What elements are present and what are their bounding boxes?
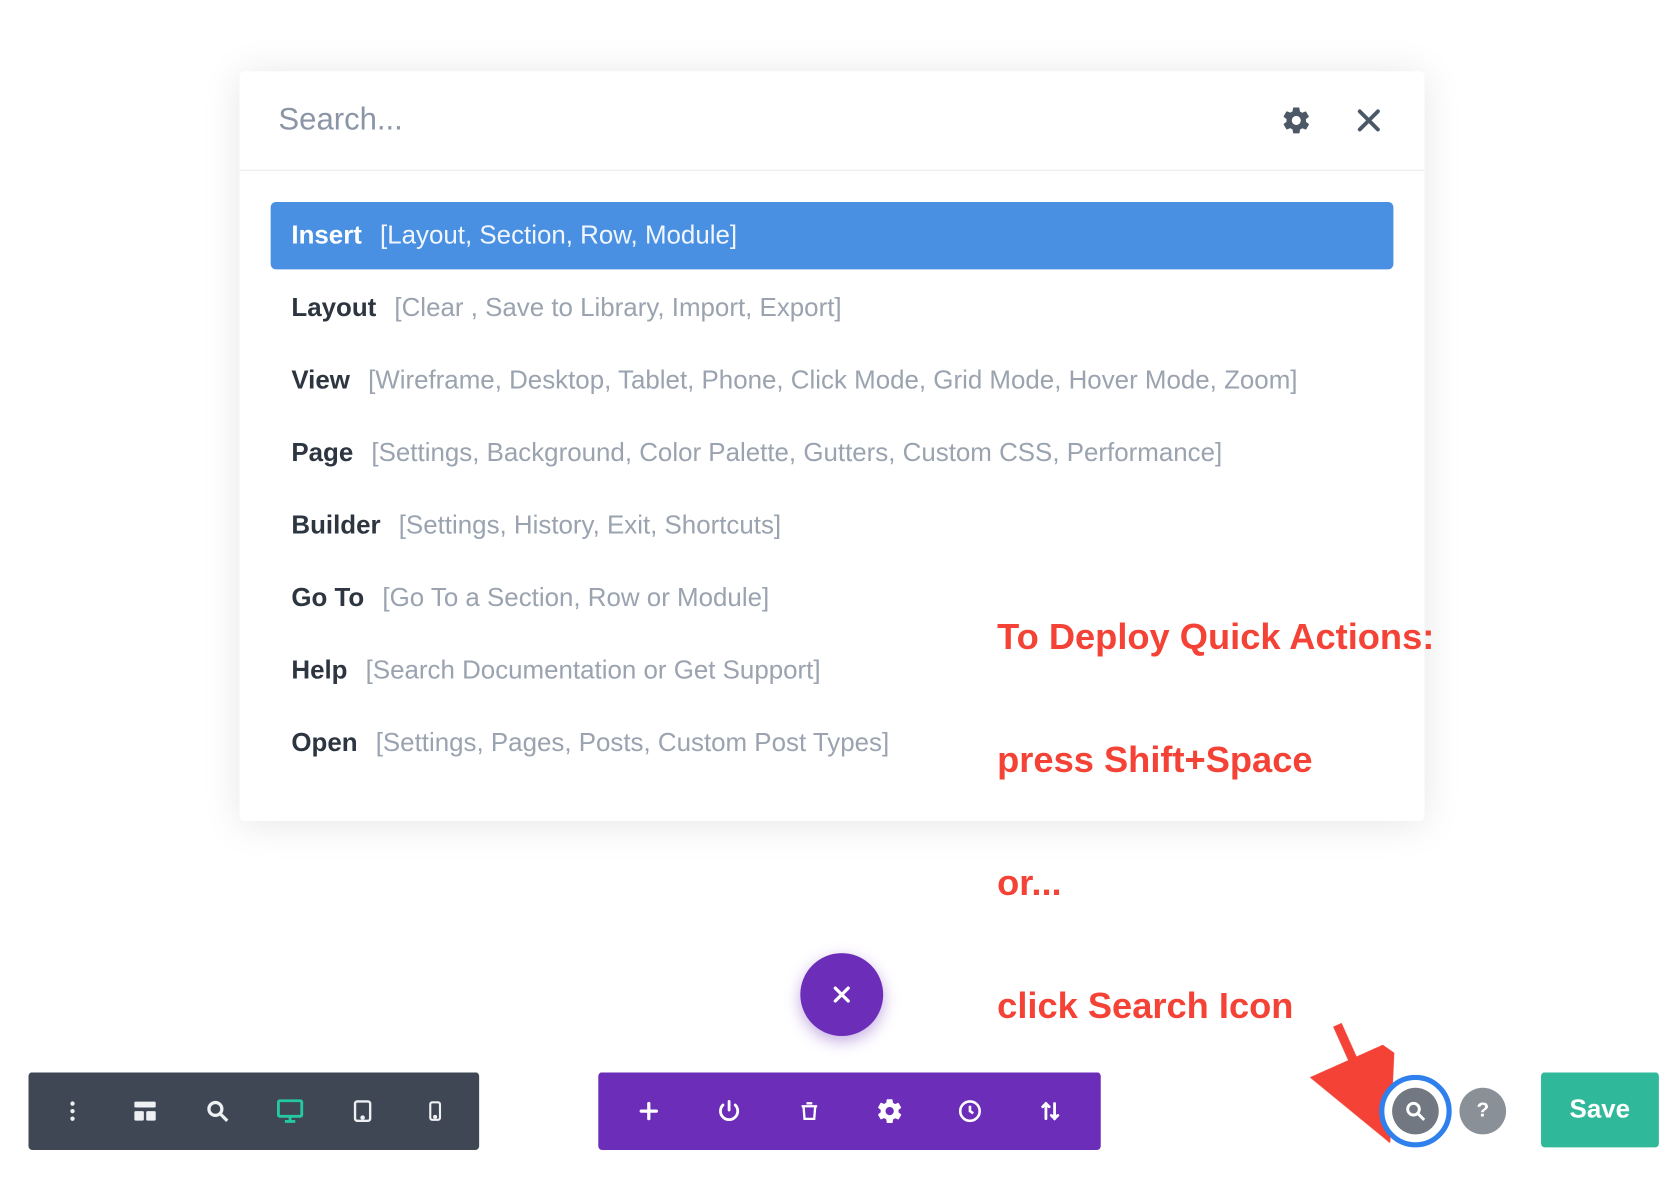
result-command: Insert xyxy=(291,218,362,254)
result-hint: [Settings, History, Exit, Shortcuts] xyxy=(399,508,781,544)
collapse-toolbar-button[interactable] xyxy=(800,953,883,1036)
result-hint: [Settings, Background, Color Palette, Gu… xyxy=(371,435,1222,471)
close-icon[interactable] xyxy=(1352,104,1386,138)
result-hint: [Wireframe, Desktop, Tablet, Phone, Clic… xyxy=(368,363,1297,399)
more-vertical-icon[interactable] xyxy=(36,1072,109,1150)
view-toolbar xyxy=(28,1072,479,1150)
trash-icon[interactable] xyxy=(769,1072,849,1150)
help-button[interactable]: ? xyxy=(1459,1088,1506,1135)
clock-icon[interactable] xyxy=(930,1072,1010,1150)
quick-actions-panel: Insert[Layout, Section, Row, Module]Layo… xyxy=(240,71,1425,821)
tablet-icon[interactable] xyxy=(326,1072,399,1150)
sort-icon[interactable] xyxy=(1010,1072,1090,1150)
result-row[interactable]: Builder [Settings, History, Exit, Shortcu… xyxy=(271,492,1394,559)
gear-icon[interactable] xyxy=(1279,104,1313,138)
save-label: Save xyxy=(1570,1095,1631,1125)
gear-icon[interactable] xyxy=(850,1072,930,1150)
wireframe-icon[interactable] xyxy=(109,1072,182,1150)
result-command: Page xyxy=(291,435,353,471)
power-icon[interactable] xyxy=(689,1072,769,1150)
close-icon xyxy=(829,982,855,1008)
search-input[interactable] xyxy=(278,102,1240,138)
result-hint: [Clear , Save to Library, Import, Export… xyxy=(394,290,841,326)
builder-toolbar xyxy=(598,1072,1100,1150)
annotation-line: To Deploy Quick Actions: xyxy=(997,615,1434,659)
result-command: Go To xyxy=(291,580,364,616)
result-row[interactable]: Layout [Clear , Save to Library, Import, … xyxy=(271,275,1394,342)
save-button[interactable]: Save xyxy=(1541,1072,1658,1147)
search-icon[interactable] xyxy=(181,1072,254,1150)
result-hint: [Search Documentation or Get Support] xyxy=(366,653,821,689)
result-command: View xyxy=(291,363,350,399)
quick-actions-results: Insert[Layout, Section, Row, Module]Layo… xyxy=(240,171,1425,777)
quick-actions-search-button[interactable] xyxy=(1379,1075,1452,1148)
result-command: Builder xyxy=(291,508,380,544)
annotation-line: click Search Icon xyxy=(997,984,1293,1028)
result-hint: [Go To a Section, Row or Module] xyxy=(382,580,769,616)
result-command: Help xyxy=(291,653,347,689)
desktop-icon[interactable] xyxy=(254,1072,327,1150)
result-command: Open xyxy=(291,725,357,761)
result-command: Layout xyxy=(291,290,376,326)
result-row[interactable]: Insert [Layout, Section, Row, Module] xyxy=(271,202,1394,269)
phone-icon[interactable] xyxy=(399,1072,472,1150)
annotation-line: press Shift+Space xyxy=(997,738,1312,782)
result-hint: [Settings, Pages, Posts, Custom Post Typ… xyxy=(376,725,889,761)
result-row[interactable]: View [Wireframe, Desktop, Tablet, Phone, … xyxy=(271,347,1394,414)
result-hint: [Layout, Section, Row, Module] xyxy=(380,218,737,254)
result-row[interactable]: Page [Settings, Background, Color Palette… xyxy=(271,420,1394,487)
plus-icon[interactable] xyxy=(609,1072,689,1150)
annotation-line: or... xyxy=(997,861,1061,905)
help-label: ? xyxy=(1476,1099,1489,1122)
search-icon xyxy=(1392,1088,1439,1135)
quick-actions-header xyxy=(240,71,1425,171)
